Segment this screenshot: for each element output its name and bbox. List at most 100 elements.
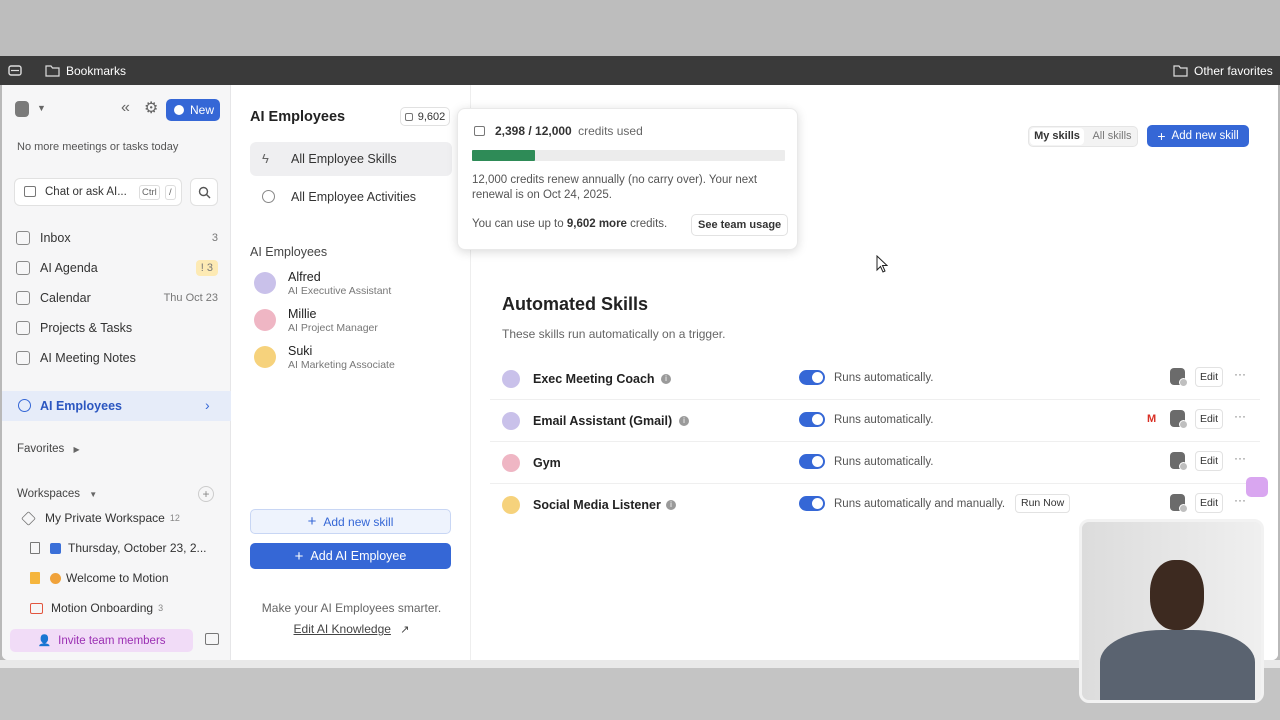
add-new-skill-button[interactable]: + Add new skill bbox=[1147, 125, 1249, 147]
chevron-down-icon[interactable]: ▼ bbox=[37, 103, 46, 113]
tab-my-skills[interactable]: My skills bbox=[1030, 128, 1084, 145]
employee-role: AI Executive Assistant bbox=[288, 285, 392, 297]
add-employee-button[interactable]: + Add AI Employee bbox=[250, 543, 451, 569]
edit-knowledge-link[interactable]: Edit AI Knowledge ↗ bbox=[232, 622, 471, 636]
search-icon bbox=[198, 186, 211, 199]
webcam-person-head bbox=[1150, 560, 1204, 630]
millie-avatar bbox=[254, 309, 276, 331]
sidebar-item-label: Calendar bbox=[40, 291, 91, 305]
document-icon bbox=[30, 542, 40, 554]
folder-icon bbox=[1173, 65, 1188, 77]
add-new-skill-label: Add new skill bbox=[1171, 130, 1239, 142]
workspace-item[interactable]: My Private Workspace 12 bbox=[21, 510, 180, 526]
sidebar-toggle-icon[interactable] bbox=[8, 65, 22, 76]
workspace-count: 3 bbox=[158, 603, 164, 613]
sidebar-item-label: AI Agenda bbox=[40, 261, 98, 275]
info-icon[interactable]: i bbox=[679, 416, 689, 426]
calendar-icon bbox=[16, 291, 30, 305]
other-favorites-label[interactable]: Other favorites bbox=[1194, 64, 1273, 78]
menu-all-activities[interactable]: All Employee Activities bbox=[250, 180, 452, 214]
edit-button[interactable]: Edit bbox=[1195, 409, 1223, 429]
section-heading: Automated Skills bbox=[502, 294, 649, 314]
auto-run-toggle[interactable] bbox=[799, 454, 825, 469]
credits-badge[interactable]: 9,602 bbox=[400, 107, 450, 126]
workspaces-header[interactable]: Workspaces ▼ bbox=[17, 488, 97, 500]
run-now-button[interactable]: Run Now bbox=[1015, 494, 1071, 513]
auto-run-toggle[interactable] bbox=[799, 496, 825, 511]
favorites-label: Favorites bbox=[17, 443, 65, 455]
gear-icon[interactable]: ⚙ bbox=[144, 98, 158, 118]
sidebar-item-inbox[interactable]: Inbox 3 bbox=[16, 225, 218, 251]
alfred-avatar bbox=[254, 272, 276, 294]
sidebar: ▼ « ⚙ New No more meetings or tasks toda… bbox=[2, 85, 231, 660]
bookmarks-bar: Bookmarks Other favorites bbox=[0, 56, 1280, 85]
more-icon[interactable]: ··· bbox=[1234, 493, 1246, 507]
employee-alfred[interactable]: Alfred AI Executive Assistant bbox=[254, 269, 454, 299]
see-team-usage-button[interactable]: See team usage bbox=[691, 214, 789, 236]
tab-all-skills[interactable]: All skills bbox=[1087, 128, 1137, 145]
more-icon[interactable]: ··· bbox=[1234, 367, 1246, 381]
agenda-count: 3 bbox=[206, 262, 213, 274]
workspace-item[interactable]: Motion Onboarding 3 bbox=[30, 601, 163, 615]
more-icon[interactable]: ··· bbox=[1234, 409, 1246, 423]
workspace-item[interactable]: Welcome to Motion bbox=[30, 571, 169, 585]
caret-down-icon: ▼ bbox=[89, 490, 98, 499]
sidebar-item-calendar[interactable]: Calendar Thu Oct 23 bbox=[16, 285, 218, 311]
edit-button[interactable]: Edit bbox=[1195, 451, 1223, 471]
info-icon[interactable]: i bbox=[661, 374, 671, 384]
sidebar-item-ai-agenda[interactable]: AI Agenda ! 3 bbox=[16, 255, 218, 281]
employee-millie[interactable]: Millie AI Project Manager bbox=[254, 306, 454, 336]
skill-row[interactable]: Gym Runs automatically. Edit ··· bbox=[490, 442, 1260, 484]
sidebar-item-meeting-notes[interactable]: AI Meeting Notes bbox=[16, 345, 218, 371]
layers-icon bbox=[21, 510, 36, 526]
favorites-header[interactable]: Favorites ▶ bbox=[17, 443, 80, 455]
edit-button[interactable]: Edit bbox=[1195, 367, 1223, 387]
inbox-count: 3 bbox=[211, 232, 218, 244]
skill-name: Gym bbox=[533, 456, 561, 470]
employee-suki[interactable]: Suki AI Marketing Associate bbox=[254, 343, 454, 373]
lightning-icon: ϟ bbox=[262, 151, 269, 166]
can-use-prefix: You can use up to bbox=[472, 218, 564, 230]
employee-role: AI Project Manager bbox=[288, 322, 378, 334]
auto-run-toggle[interactable] bbox=[799, 370, 825, 385]
panel-title: AI Employees bbox=[250, 109, 346, 125]
chat-icon bbox=[24, 186, 36, 197]
skills-tab-switch: My skills All skills bbox=[1028, 126, 1138, 147]
skill-name: Exec Meeting Coach bbox=[533, 372, 655, 386]
invite-button[interactable]: 👤 Invite team members bbox=[10, 629, 193, 652]
avatar[interactable] bbox=[15, 101, 29, 117]
sidebar-item-projects[interactable]: Projects & Tasks bbox=[16, 315, 218, 341]
section-label: AI Employees bbox=[250, 245, 328, 259]
add-workspace-button[interactable]: + bbox=[198, 486, 214, 502]
book-icon[interactable] bbox=[205, 633, 219, 645]
add-skill-button[interactable]: + Add new skill bbox=[250, 509, 451, 534]
edit-button[interactable]: Edit bbox=[1195, 493, 1223, 513]
skill-status: Runs automatically. bbox=[834, 456, 934, 468]
skill-row[interactable]: Exec Meeting Coach i Runs automatically.… bbox=[490, 358, 1260, 400]
shortcut-ctrl: Ctrl bbox=[139, 185, 160, 200]
info-icon[interactable]: i bbox=[666, 500, 676, 510]
chat-input[interactable]: Chat or ask AI... Ctrl / bbox=[14, 178, 182, 206]
sidebar-item-ai-employees[interactable]: AI Employees › bbox=[2, 391, 231, 421]
skill-name: Email Assistant (Gmail) bbox=[533, 414, 673, 428]
workspace-label: Motion Onboarding bbox=[51, 601, 154, 615]
ai-employees-panel: AI Employees 9,602 ϟ All Employee Skills… bbox=[232, 85, 471, 660]
floating-assistant-button[interactable] bbox=[1246, 477, 1268, 497]
search-button[interactable] bbox=[190, 178, 218, 206]
credits-popover: 2,398 / 12,000 credits used 12,000 credi… bbox=[457, 108, 798, 250]
menu-all-skills[interactable]: ϟ All Employee Skills bbox=[250, 142, 452, 176]
new-button[interactable]: New bbox=[166, 99, 220, 121]
bookmarks-label[interactable]: Bookmarks bbox=[66, 64, 126, 78]
collapse-icon[interactable]: « bbox=[121, 99, 130, 117]
skill-row[interactable]: Email Assistant (Gmail) i Runs automatic… bbox=[490, 400, 1260, 442]
webcam-overlay bbox=[1079, 519, 1264, 703]
credits-used-value: 2,398 / 12,000 bbox=[495, 124, 572, 138]
auto-run-toggle[interactable] bbox=[799, 412, 825, 427]
edit-knowledge-label: Edit AI Knowledge bbox=[293, 622, 391, 636]
millie-avatar bbox=[502, 454, 520, 472]
document-icon bbox=[30, 572, 40, 584]
folder-icon bbox=[45, 65, 60, 77]
more-icon[interactable]: ··· bbox=[1234, 451, 1246, 465]
workspace-item[interactable]: Thursday, October 23, 2... bbox=[30, 541, 207, 555]
add-employee-label: Add AI Employee bbox=[310, 549, 407, 563]
